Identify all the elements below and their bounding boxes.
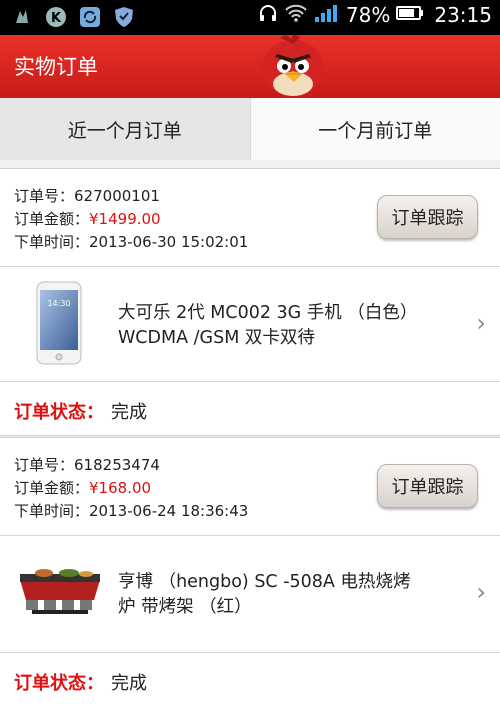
status-bar: K 78% 23:15 — [0, 0, 500, 35]
track-order-button[interactable]: 订单跟踪 — [377, 195, 478, 239]
order-number-label: 订单号： — [14, 187, 75, 205]
track-order-button[interactable]: 订单跟踪 — [377, 464, 478, 508]
order-amount: ¥168.00 — [89, 479, 152, 497]
order-card: 订单号：627000101 订单金额：¥1499.00 下单时间：2013-06… — [0, 168, 500, 436]
order-status: 完成 — [111, 673, 147, 694]
product-name: 大可乐 2代 MC002 3G 手机 （白色）WCDMA /GSM 双卡双待 — [118, 303, 418, 348]
app-header: 实物订单 — [0, 35, 500, 98]
order-tabs: 近一个月订单 一个月前订单 — [0, 98, 500, 160]
order-info: 订单号：627000101 订单金额：¥1499.00 下单时间：2013-06… — [0, 169, 500, 267]
wifi-icon — [284, 3, 308, 27]
order-status: 完成 — [111, 402, 147, 423]
order-status-label: 订单状态： — [14, 673, 104, 694]
angry-bird-logo — [258, 30, 328, 100]
order-time: 2013-06-30 15:02:01 — [89, 233, 249, 251]
battery-icon — [396, 5, 424, 25]
shield-icon — [112, 5, 136, 29]
headphones-icon — [258, 3, 278, 27]
product-row[interactable]: 14:30 大可乐 2代 MC002 3G 手机 （白色）WCDMA /GSM … — [0, 267, 500, 382]
tab-older-than-month[interactable]: 一个月前订单 — [249, 98, 500, 160]
battery-percent: 78% — [345, 3, 391, 27]
signal-icon — [314, 3, 340, 27]
order-time-label: 下单时间： — [14, 233, 90, 251]
page-title: 实物订单 — [14, 55, 98, 79]
order-amount-row: 订单金额：¥168.00 — [14, 477, 151, 498]
order-status-row: 订单状态： 完成 — [0, 382, 500, 436]
svg-text:14:30: 14:30 — [47, 299, 70, 308]
chevron-right-icon: › — [476, 309, 486, 337]
sync-icon — [78, 5, 102, 29]
product-image-grill — [14, 562, 106, 626]
order-time-label: 下单时间： — [14, 502, 90, 520]
clock: 23:15 — [434, 3, 492, 27]
order-status-label: 订单状态： — [14, 402, 104, 423]
product-name: 亨博 （hengbo) SC -508A 电热烧烤炉 带烤架 （红） — [118, 572, 411, 617]
order-card: 订单号：618253474 订单金额：¥168.00 下单时间：2013-06-… — [0, 437, 500, 711]
order-time: 2013-06-24 18:36:43 — [89, 502, 249, 520]
svg-text:K: K — [51, 11, 62, 26]
k-app-icon: K — [44, 5, 68, 29]
order-number: 618253474 — [74, 456, 160, 474]
order-amount-label: 订单金额： — [14, 479, 90, 497]
order-amount: ¥1499.00 — [89, 210, 161, 228]
notification-icons: K — [10, 5, 136, 29]
order-number-row: 订单号：618253474 — [14, 454, 160, 475]
product-row[interactable]: 亨博 （hengbo) SC -508A 电热烧烤炉 带烤架 （红） › — [0, 536, 500, 653]
order-number: 627000101 — [74, 187, 160, 205]
order-amount-row: 订单金额：¥1499.00 — [14, 208, 161, 229]
chevron-right-icon: › — [476, 578, 486, 606]
order-time-row: 下单时间：2013-06-24 18:36:43 — [14, 500, 248, 521]
order-status-row: 订单状态： 完成 — [0, 653, 500, 707]
system-status: 78% 23:15 — [258, 3, 492, 27]
order-number-label: 订单号： — [14, 456, 75, 474]
tab-recent-month[interactable]: 近一个月订单 — [0, 98, 250, 160]
app-notification-icon — [10, 5, 34, 29]
order-number-row: 订单号：627000101 — [14, 185, 160, 206]
order-time-row: 下单时间：2013-06-30 15:02:01 — [14, 231, 248, 252]
order-amount-label: 订单金额： — [14, 210, 90, 228]
order-info: 订单号：618253474 订单金额：¥168.00 下单时间：2013-06-… — [0, 438, 500, 536]
product-image-phone: 14:30 — [36, 281, 82, 369]
